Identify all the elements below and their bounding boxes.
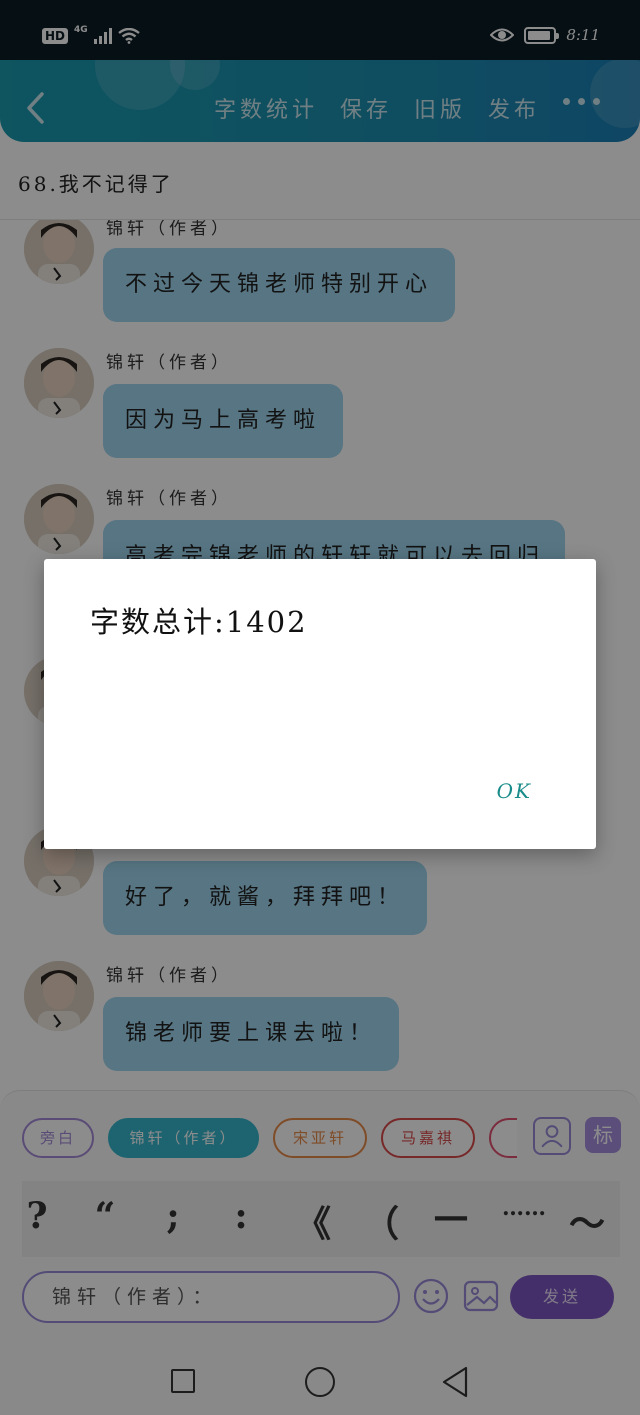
dialog-message: 字数总计:1402	[90, 605, 308, 639]
ok-button[interactable]: OK	[497, 779, 532, 803]
word-count-dialog: 字数总计:1402 OK	[44, 559, 596, 849]
